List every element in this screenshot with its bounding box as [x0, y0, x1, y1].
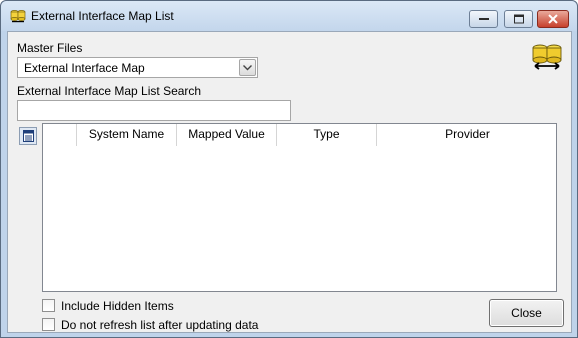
column-header-selector[interactable] [43, 124, 77, 146]
dropdown-button[interactable] [239, 59, 256, 76]
interface-map-grid[interactable]: System Name Mapped Value Type Provider [42, 123, 557, 292]
include-hidden-checkbox[interactable] [42, 299, 55, 312]
column-header-provider[interactable]: Provider [377, 124, 558, 146]
include-hidden-label[interactable]: Include Hidden Items [61, 299, 174, 313]
window-title: External Interface Map List [31, 9, 174, 23]
title-bar[interactable]: External Interface Map List [1, 1, 577, 31]
window: External Interface Map List Master Files… [0, 0, 578, 338]
close-button[interactable]: Close [489, 299, 564, 327]
column-header-type[interactable]: Type [277, 124, 377, 146]
no-refresh-label[interactable]: Do not refresh list after updating data [61, 318, 258, 332]
minimize-icon [478, 18, 489, 20]
column-chooser-icon [23, 130, 34, 142]
minimize-button[interactable] [469, 10, 498, 28]
no-refresh-checkbox[interactable] [42, 318, 55, 331]
column-header-mapped-value[interactable]: Mapped Value [177, 124, 277, 146]
search-input[interactable] [17, 100, 291, 121]
close-icon [548, 14, 558, 24]
master-files-dropdown[interactable]: External Interface Map [17, 57, 258, 78]
dialog-body: Master Files External Interface Map Exte… [7, 31, 572, 333]
column-header-system-name[interactable]: System Name [77, 124, 177, 146]
database-sync-icon[interactable] [531, 43, 563, 71]
search-label: External Interface Map List Search [17, 84, 202, 98]
grid-header: System Name Mapped Value Type Provider [43, 124, 556, 146]
master-files-selected: External Interface Map [24, 61, 145, 75]
maximize-icon [513, 14, 524, 24]
column-chooser-button[interactable] [19, 127, 37, 145]
database-link-icon [10, 10, 26, 23]
maximize-button[interactable] [504, 10, 533, 28]
close-window-button[interactable] [537, 10, 569, 28]
chevron-down-icon [243, 65, 252, 71]
master-files-label: Master Files [17, 41, 83, 55]
